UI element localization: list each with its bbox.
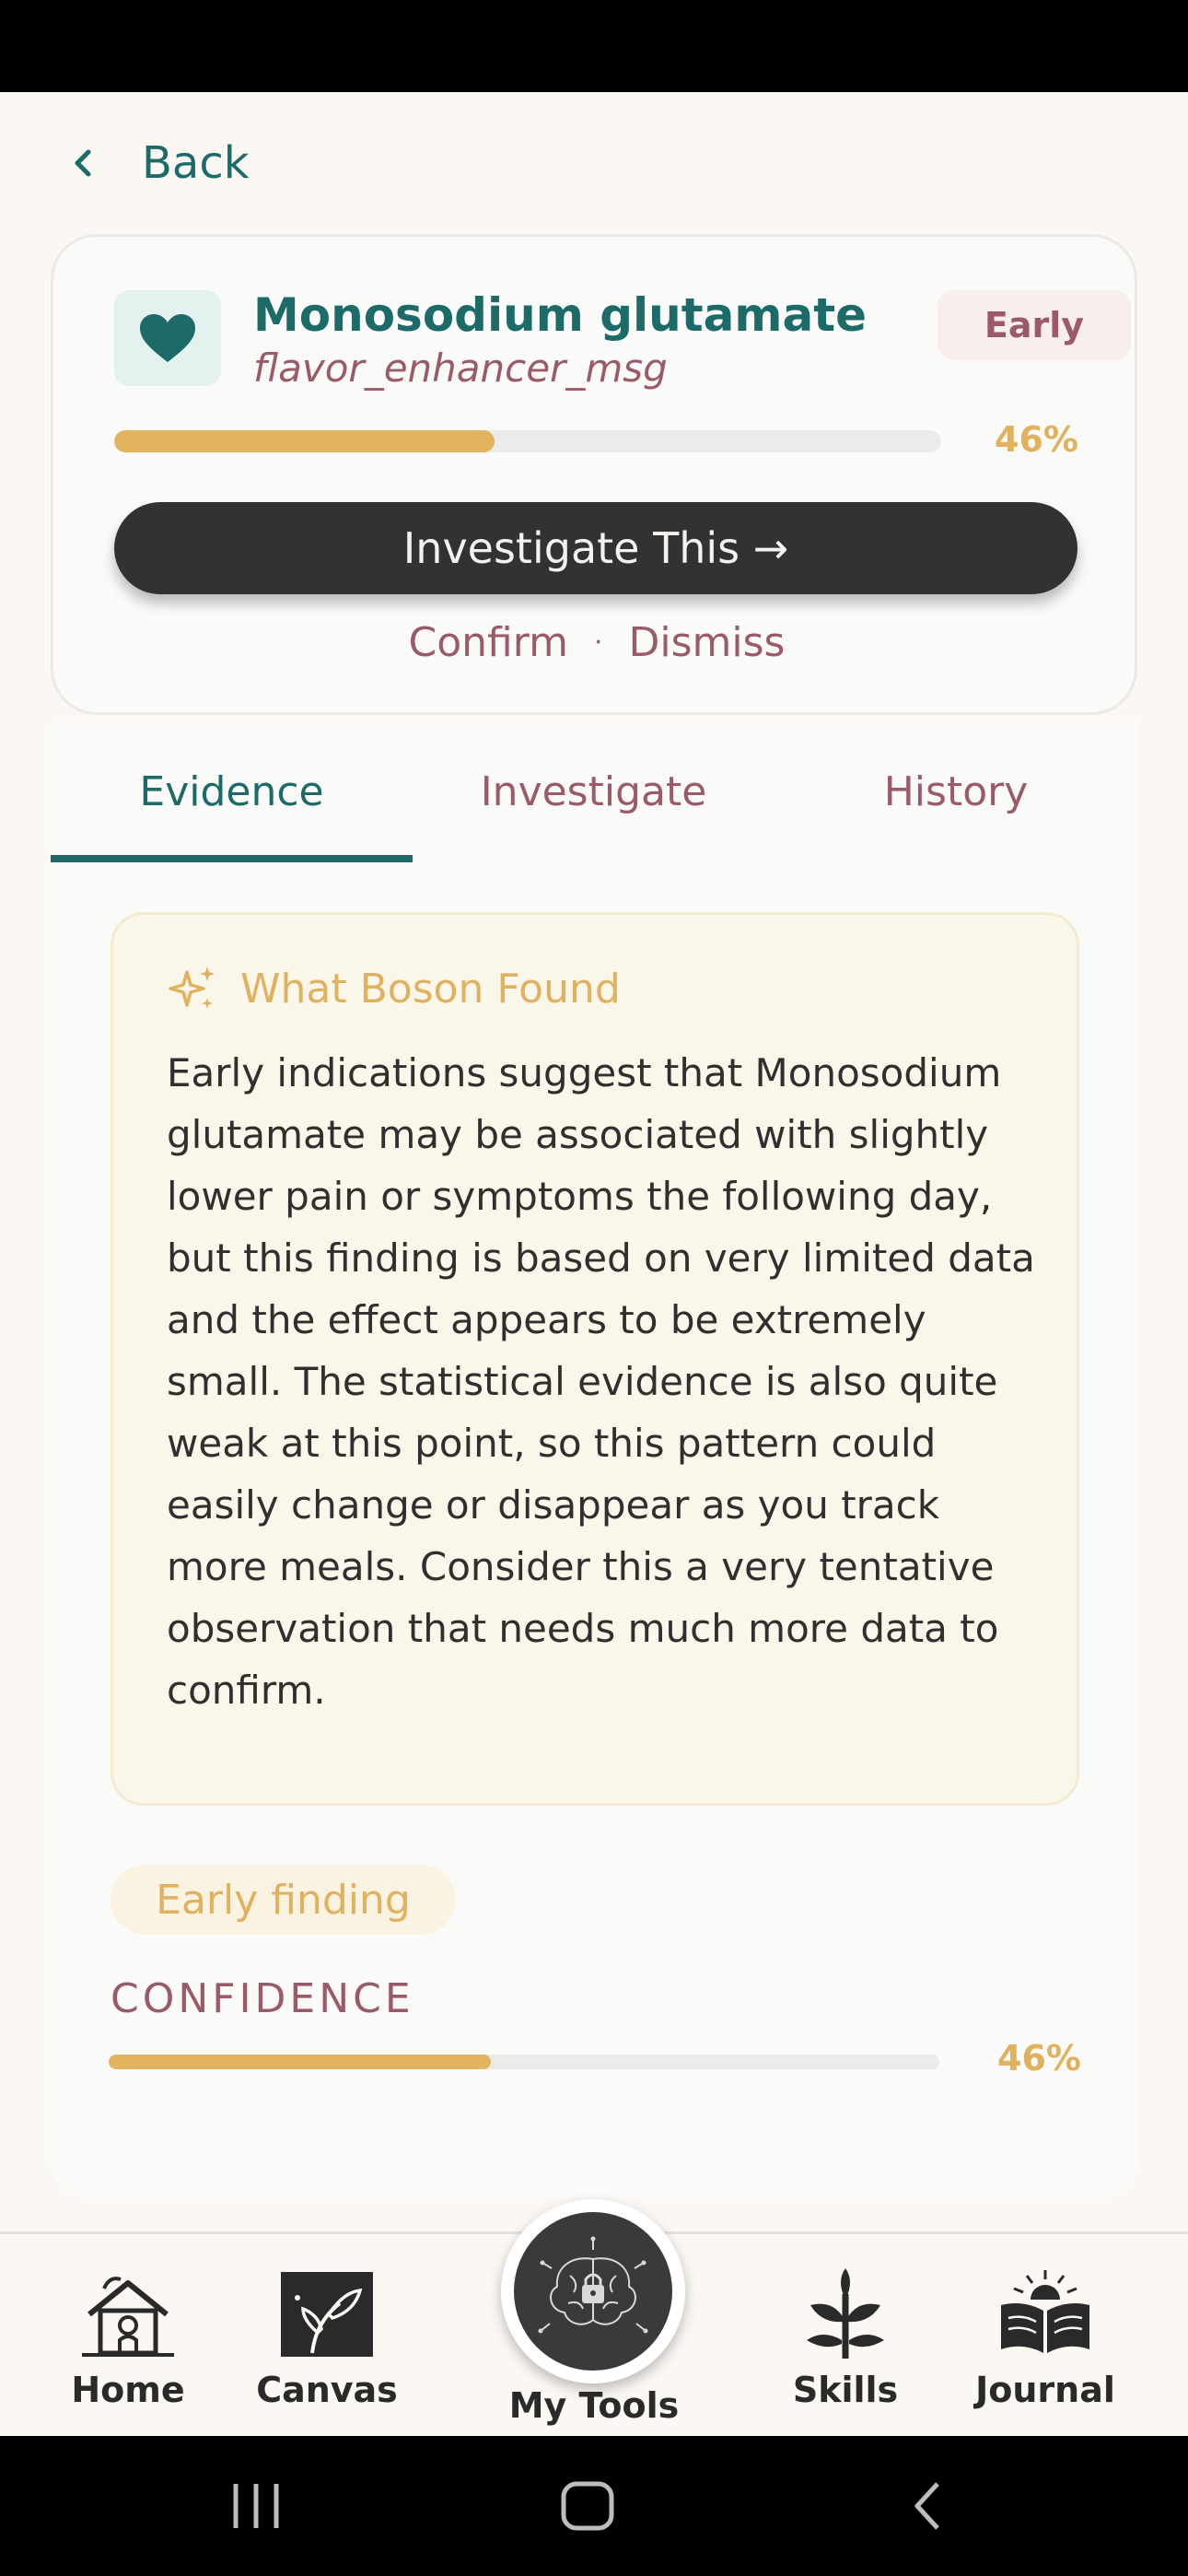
action-separator: · — [593, 626, 603, 659]
nav-my-tools-button[interactable] — [501, 2199, 685, 2383]
stage-badge: Early — [938, 290, 1131, 360]
tab-investigate[interactable]: Investigate — [413, 720, 775, 863]
dismiss-link[interactable]: Dismiss — [629, 619, 786, 666]
chevron-left-icon — [75, 149, 91, 177]
nav-journal-label: Journal — [975, 2370, 1115, 2410]
early-finding-chip: Early finding — [111, 1865, 456, 1935]
brain-lock-icon — [514, 2212, 672, 2371]
finding-progress-bar — [114, 430, 941, 452]
open-book-icon — [994, 2266, 1097, 2362]
confirm-link[interactable]: Confirm — [409, 619, 568, 666]
plant-icon — [794, 2266, 897, 2362]
confidence-value: 46% — [997, 2038, 1081, 2078]
tab-evidence[interactable]: Evidence — [51, 720, 413, 863]
nav-skills[interactable]: Skills — [787, 2234, 903, 2437]
content-panel: Evidence Investigate History What Boson … — [51, 720, 1137, 2198]
boson-title: What Boson Found — [240, 965, 621, 1013]
heart-icon — [140, 314, 195, 362]
tab-bar: Evidence Investigate History — [51, 720, 1137, 863]
sparkles-icon — [169, 966, 215, 1009]
house-icon — [76, 2266, 180, 2362]
finding-progress-label: 46% — [995, 419, 1078, 460]
canvas-icon — [275, 2266, 379, 2362]
system-nav-bar — [0, 2436, 1188, 2576]
home-system-icon[interactable] — [560, 2480, 615, 2532]
back-label: Back — [142, 137, 250, 189]
finding-title: Monosodium glutamate — [253, 288, 868, 342]
active-tab-indicator — [51, 855, 413, 862]
tab-history[interactable]: History — [775, 720, 1137, 863]
confidence-label: CONFIDENCE — [111, 1975, 414, 2022]
nav-journal[interactable]: Journal — [973, 2234, 1118, 2437]
confidence-fill — [109, 2055, 491, 2069]
back-button[interactable]: Back — [64, 134, 250, 193]
recent-apps-icon[interactable] — [228, 2480, 284, 2532]
boson-header: What Boson Found — [167, 963, 621, 1014]
status-bar — [0, 0, 1188, 92]
finding-card: Monosodium glutamate flavor_enhancer_msg… — [51, 234, 1137, 715]
boson-findings-card: What Boson Found Early indications sugge… — [111, 912, 1079, 1806]
finding-id: flavor_enhancer_msg — [253, 345, 668, 391]
investigate-this-button[interactable]: Investigate This → — [114, 502, 1077, 594]
finding-progress-fill — [114, 430, 495, 452]
finding-actions: Confirm · Dismiss — [53, 619, 1140, 666]
bottom-nav: Home Canvas My Tools Skills Journal — [0, 2199, 1188, 2437]
back-system-icon[interactable] — [903, 2480, 958, 2532]
heart-icon-box — [114, 290, 221, 386]
confidence-bar — [109, 2055, 939, 2069]
nav-skills-label: Skills — [792, 2370, 899, 2410]
boson-summary-text: Early indications suggest that Monosodiu… — [167, 1050, 1035, 1713]
